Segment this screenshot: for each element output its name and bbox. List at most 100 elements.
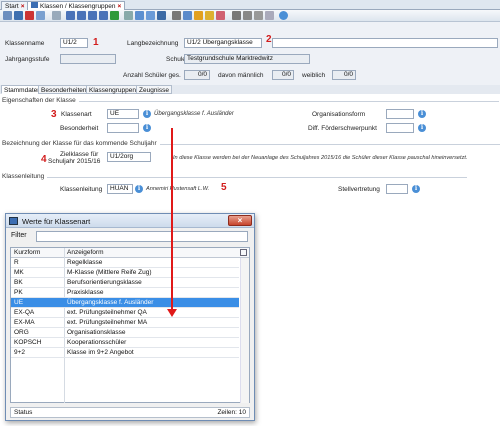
window-icon	[9, 217, 18, 225]
table-row[interactable]: UE Übergangsklasse f. Ausländer	[11, 298, 239, 308]
first-record-icon[interactable]	[66, 11, 75, 20]
langbezeichnung-extra-input[interactable]	[272, 38, 498, 48]
stellvertretung-label: Stellvertretung	[338, 186, 380, 193]
stellvertretung-input[interactable]	[386, 184, 408, 194]
next-record-icon[interactable]	[88, 11, 97, 20]
filter-icon[interactable]	[194, 11, 203, 20]
close-icon[interactable]: ×	[228, 215, 252, 226]
new-icon[interactable]	[3, 11, 12, 20]
table-row[interactable]: PK Praxisklasse	[11, 288, 239, 298]
settings-icon[interactable]	[265, 11, 274, 20]
klassenart-lookup-dialog: Werte für Klassenart × Filter Kurzform A…	[5, 213, 255, 421]
last-record-icon[interactable]	[99, 11, 108, 20]
column-header-kurzform[interactable]: Kurzform	[14, 248, 40, 258]
chart-icon[interactable]	[232, 11, 241, 20]
print-icon[interactable]	[172, 11, 181, 20]
dialog-titlebar[interactable]: Werte für Klassenart ×	[6, 214, 254, 228]
table-row[interactable]: EX-MA ext. Prüfungsteilnehmer MA	[11, 318, 239, 328]
langbezeichnung-input[interactable]: U1/2 Übergangsklasse	[184, 38, 262, 48]
dialog-title: Werte für Klassenart	[22, 217, 91, 226]
cell-kurzform: ORG	[14, 329, 29, 336]
heart-icon[interactable]	[216, 11, 225, 20]
tab-klassen[interactable]: Klassen / Klassengruppen ×	[27, 1, 126, 10]
klassenname-input[interactable]: U1/2	[60, 38, 88, 48]
klassenleitung-input[interactable]: HUAN	[107, 184, 133, 194]
stammdaten-panel: Eigenschaften der Klasse 3 Klassenart UE…	[0, 94, 500, 209]
klassenname-label: Klassenname	[5, 40, 45, 47]
export-icon[interactable]	[157, 11, 166, 20]
status-label: Status	[14, 409, 33, 416]
table-row[interactable]: EX-QA ext. Prüfungsteilnehmer QA	[11, 308, 239, 318]
table-row[interactable]: 9+2 Klasse im 9+2 Angebot	[11, 348, 239, 358]
column-header-anzeigeform[interactable]: Anzeigeform	[67, 248, 104, 258]
table-row[interactable]: KOPSCH Kooperationsschüler	[11, 338, 239, 348]
window-icon	[31, 2, 38, 8]
zielklasse-label: Zielklasse für	[60, 151, 99, 158]
zielklasse-schuljahr-label: Schuljahr 2015/16	[48, 158, 101, 165]
edit-icon[interactable]	[135, 11, 144, 20]
delete-icon[interactable]	[25, 11, 34, 20]
report-icon[interactable]	[243, 11, 252, 20]
jahrgangsstufe-label: Jahrgangsstufe	[5, 56, 50, 63]
schule-input[interactable]: Testgrundschule Marktredwitz	[184, 54, 310, 64]
organisationsform-label: Organisationsform	[312, 111, 366, 118]
maennlich-value: 0/0	[272, 70, 294, 80]
cell-anzeigeform: ext. Prüfungsteilnehmer QA	[67, 309, 147, 316]
link-icon[interactable]	[124, 11, 133, 20]
email-icon[interactable]	[183, 11, 192, 20]
clipboard-icon[interactable]	[146, 11, 155, 20]
table-row[interactable]: R Regelklasse	[11, 258, 239, 268]
cell-anzeigeform: Praxisklasse	[67, 289, 104, 296]
copy-icon[interactable]	[36, 11, 45, 20]
column-chooser-icon[interactable]	[240, 249, 247, 256]
jahrgangsstufe-input[interactable]	[60, 54, 116, 64]
close-icon[interactable]: ×	[118, 3, 122, 10]
filter-input[interactable]	[36, 231, 248, 242]
klassenart-input[interactable]: UE	[107, 109, 139, 119]
organisationsform-input[interactable]	[386, 109, 414, 119]
close-icon[interactable]: ×	[21, 3, 25, 10]
prev-record-icon[interactable]	[77, 11, 86, 20]
tab-besonderheiten[interactable]: Besonderheiten	[38, 85, 90, 94]
list-icon[interactable]	[254, 11, 263, 20]
wand-icon[interactable]	[205, 11, 214, 20]
marker-4: 4	[41, 154, 47, 165]
vertical-scrollbar[interactable]	[240, 258, 249, 403]
anzahl-label: Anzahl Schüler ges.	[123, 72, 181, 79]
cell-kurzform: R	[14, 259, 19, 266]
status-bar: Status Zeilen: 10	[10, 407, 250, 418]
tab-klassen-label: Klassen / Klassengruppen	[40, 3, 116, 10]
annotation-arrow	[171, 128, 173, 312]
section-klassenleitung: Klassenleitung	[2, 173, 471, 180]
tab-klassengruppen[interactable]: Klassengruppen	[86, 85, 139, 94]
foerderschwerpunkt-label: Diff. Förderschwerpunkt	[308, 125, 377, 132]
info-icon[interactable]: i	[418, 124, 426, 132]
info-icon[interactable]: i	[143, 110, 151, 118]
langbezeichnung-label: Langbezeichnung	[127, 40, 179, 47]
tab-start[interactable]: Start ×	[1, 1, 29, 10]
cell-anzeigeform: Klasse im 9+2 Angebot	[67, 349, 134, 356]
maennlich-label: davon männlich	[218, 72, 264, 79]
tab-zeugnisse[interactable]: Zeugnisse	[136, 85, 172, 94]
cell-kurzform: UE	[14, 299, 24, 306]
cell-anzeigeform: Kooperationsschüler	[67, 339, 127, 346]
info-icon[interactable]: i	[135, 185, 143, 193]
besonderheit-label: Besonderheit	[60, 125, 99, 132]
refresh-icon[interactable]	[110, 11, 119, 20]
help-icon[interactable]	[279, 11, 288, 20]
save-icon[interactable]	[14, 11, 23, 20]
weiblich-label: weiblich	[302, 72, 326, 79]
zielklasse-input[interactable]: U1/2org	[107, 152, 151, 162]
cell-anzeigeform: ext. Prüfungsteilnehmer MA	[67, 319, 148, 326]
besonderheit-input[interactable]	[107, 123, 139, 133]
foerderschwerpunkt-input[interactable]	[386, 123, 414, 133]
class-header-form: Klassenname U1/2 1 Langbezeichnung U1/2 …	[0, 22, 500, 94]
table-row[interactable]: BK Berufsorientierungsklasse	[11, 278, 239, 288]
info-icon[interactable]: i	[412, 185, 420, 193]
info-icon[interactable]: i	[418, 110, 426, 118]
cell-kurzform: PK	[14, 289, 23, 296]
table-row[interactable]: MK M-Klasse (Mittlere Reife Zug)	[11, 268, 239, 278]
search-icon[interactable]	[52, 11, 61, 20]
table-row[interactable]: ORG Organisationsklasse	[11, 328, 239, 338]
info-icon[interactable]: i	[143, 124, 151, 132]
